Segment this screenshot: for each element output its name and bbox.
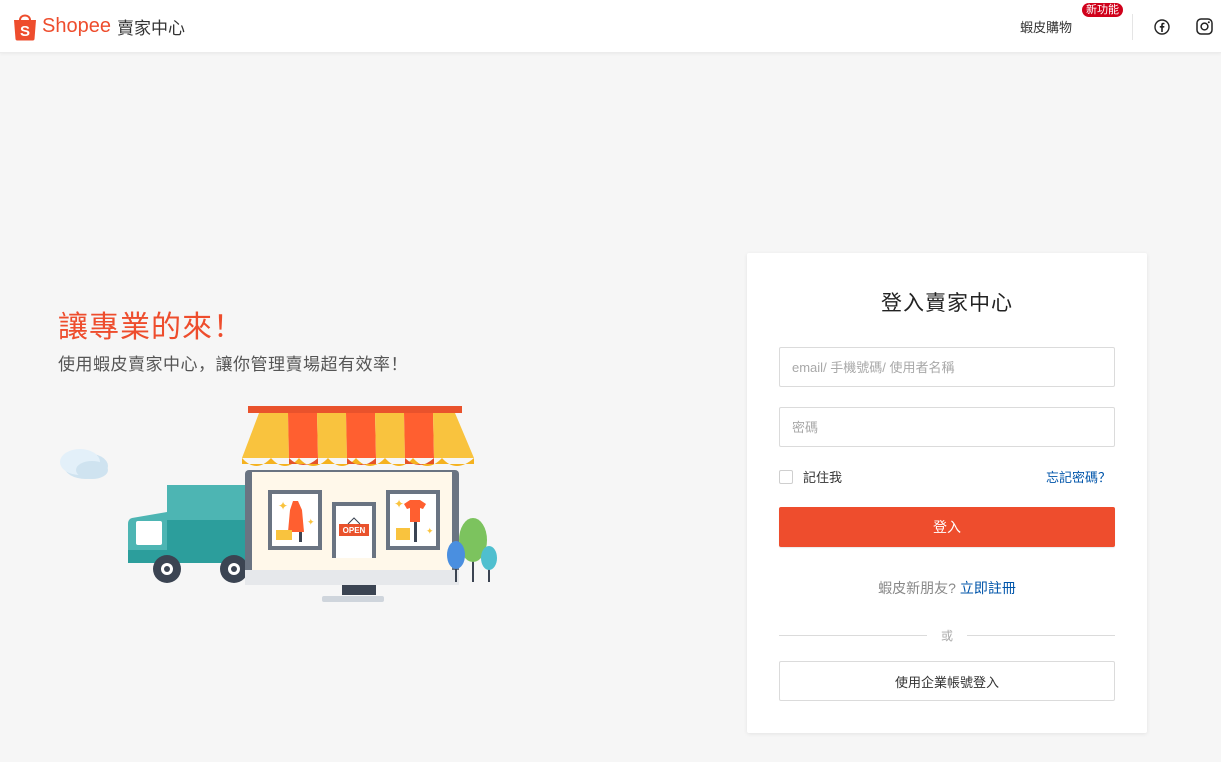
login-title: 登入賣家中心 <box>881 292 1013 315</box>
signup-row: 蝦皮新朋友? 立即註冊 <box>747 578 1147 598</box>
svg-text:✦: ✦ <box>394 497 404 511</box>
hero-subtitle: 使用蝦皮賣家中心，讓你管理賣場超有效率！ <box>58 355 408 374</box>
top-header: S Shopee 賣家中心 蝦皮購物 新功能 <box>0 0 1221 53</box>
svg-text:✦: ✦ <box>307 518 315 528</box>
username-input[interactable] <box>779 347 1115 387</box>
shopee-seller-logo[interactable]: S Shopee 賣家中心 <box>12 8 185 44</box>
header-right: 蝦皮購物 新功能 <box>1020 0 1221 53</box>
svg-text:✦: ✦ <box>278 499 288 513</box>
awning <box>242 413 474 466</box>
brand-subtitle: 賣家中心 <box>116 18 185 38</box>
password-input[interactable] <box>779 407 1115 447</box>
svg-text:✦: ✦ <box>426 527 434 537</box>
enterprise-login-button[interactable]: 使用企業帳號登入 <box>779 661 1115 701</box>
login-button[interactable]: 登入 <box>779 507 1115 547</box>
brand-name: Shopee <box>42 14 111 37</box>
svg-text:S: S <box>20 23 30 40</box>
open-sign: OPEN <box>343 526 366 535</box>
hero-title: 讓專業的來！ <box>58 311 244 344</box>
or-label: 或 <box>941 628 954 643</box>
instagram-icon[interactable] <box>1195 18 1213 36</box>
cloud-icon <box>60 449 108 479</box>
divider-line-right <box>967 634 1116 636</box>
new-feature-badge: 新功能 <box>1081 3 1123 17</box>
signup-prompt: 蝦皮新朋友? <box>878 580 956 596</box>
shopee-shopping-label: 蝦皮購物 <box>1019 20 1072 35</box>
or-divider: 或 <box>779 627 1116 643</box>
divider-line-left <box>779 634 927 636</box>
facebook-icon[interactable] <box>1153 18 1171 36</box>
forgot-password-link[interactable]: 忘記密碼？ <box>1046 467 1111 486</box>
checkbox-box[interactable] <box>779 469 793 484</box>
header-divider <box>1132 13 1133 40</box>
login-card: 登入賣家中心 記住我 忘記密碼？ 登入 蝦皮新朋友?立即註冊 或 使用企業帳號登… <box>747 253 1147 733</box>
shopee-bag-icon: S <box>12 11 38 41</box>
truck-icon <box>128 485 262 583</box>
remember-me-checkbox[interactable]: 記住我 <box>779 467 842 486</box>
signup-link[interactable]: 立即註冊 <box>960 580 1016 596</box>
shopee-shopping-link[interactable]: 蝦皮購物 新功能 <box>1019 3 1123 36</box>
storefront-illustration: ✦ ✦ OPEN ✦ ✦ <box>52 400 512 612</box>
remember-me-label: 記住我 <box>803 470 843 485</box>
